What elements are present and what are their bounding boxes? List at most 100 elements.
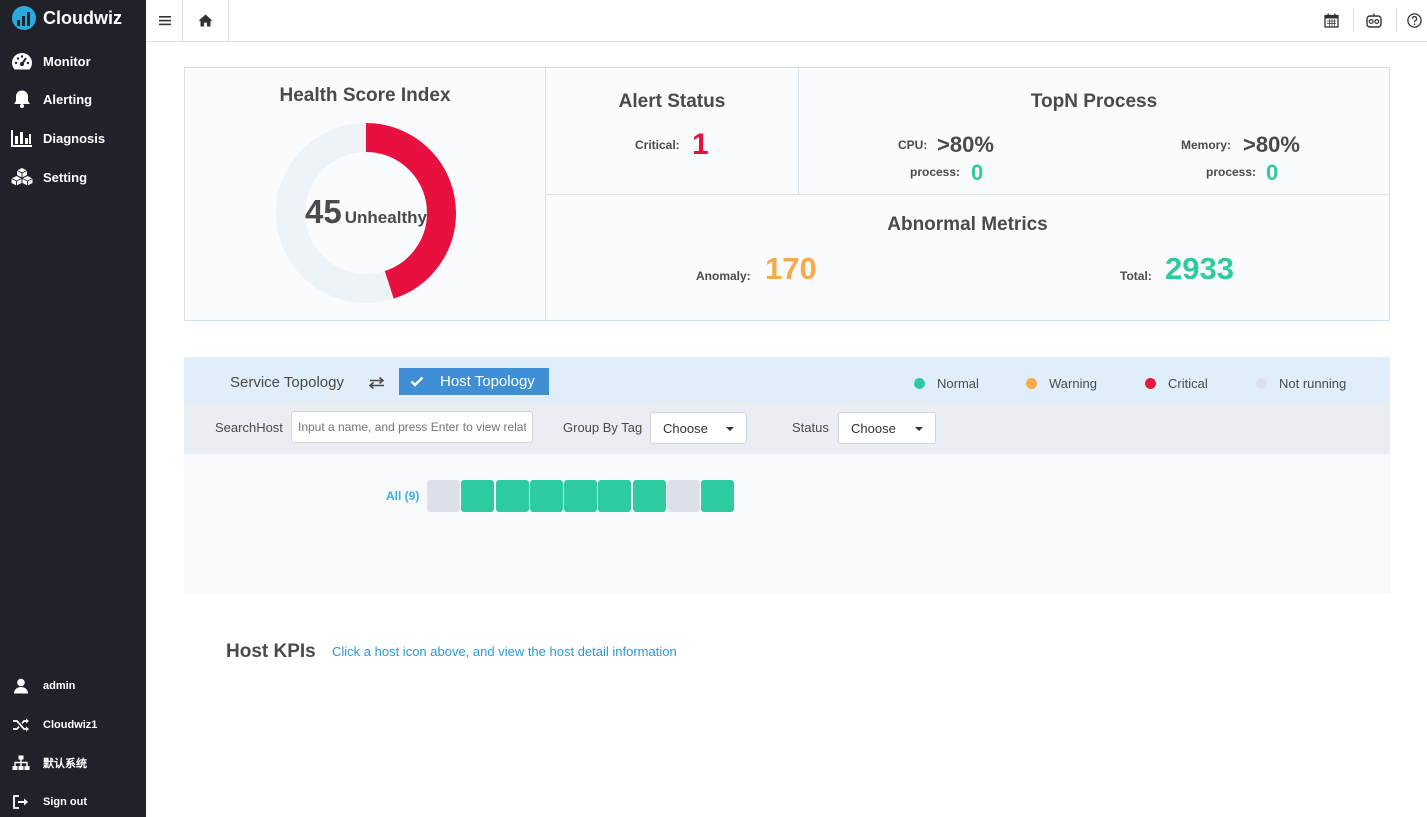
memory-process-label: process: (1206, 165, 1257, 179)
topn-process-panel: TopN Process CPU: >80% process: 0 Memory… (798, 67, 1390, 195)
app-logo[interactable]: Cloudwiz (12, 6, 122, 30)
shuffle-icon (13, 718, 29, 732)
alert-status-panel: Alert Status Critical: 1 (545, 67, 799, 195)
legend-dot-not-running (1256, 378, 1267, 389)
cpu-process-label: process: (910, 165, 961, 179)
host-node[interactable] (564, 480, 597, 512)
caret-down-icon (726, 427, 734, 431)
sidebar-bottom-label: Cloudwiz1 (43, 719, 98, 731)
health-score-value: 45 (305, 193, 342, 230)
all-hosts-link[interactable]: All (9) (386, 489, 419, 503)
health-status-label: Unhealthy (344, 208, 427, 227)
legend-dot-warning (1026, 378, 1037, 389)
sidebar-sign-out[interactable]: Sign out (12, 792, 87, 812)
health-score-center: 45 Unhealthy (185, 193, 547, 231)
critical-label: Critical: (635, 138, 680, 152)
app-name: Cloudwiz (43, 7, 122, 28)
exchange-icon[interactable] (369, 376, 385, 390)
topology-header (184, 357, 1390, 402)
sidebar-item-monitor[interactable]: Monitor (10, 50, 91, 72)
home-icon (198, 14, 213, 27)
group-by-tag-label: Group By Tag (563, 420, 643, 435)
sidebar-bottom-label: Sign out (43, 796, 87, 808)
sidebar-item-label: Monitor (43, 53, 91, 69)
host-node[interactable] (701, 480, 734, 512)
anomaly-label: Anomaly: (696, 269, 751, 283)
health-score-title: Health Score Index (279, 85, 451, 106)
sidebar-item-diagnosis[interactable]: Diagnosis (10, 127, 105, 149)
cpu-label: CPU: (898, 138, 928, 152)
sidebar: Cloudwiz Monitor Alerting Diagnosis Sett… (0, 0, 146, 817)
divider (1396, 8, 1397, 32)
search-host-input[interactable] (291, 411, 533, 443)
sign-out-icon (13, 795, 28, 809)
host-node[interactable] (461, 480, 495, 512)
abnormal-metrics-panel: Abnormal Metrics Anomaly: 170 Total: 293… (545, 194, 1390, 321)
cubes-icon (11, 168, 33, 186)
help-button[interactable] (1402, 0, 1426, 41)
host-kpis-hint: Click a host icon above, and view the ho… (332, 644, 677, 659)
sidebar-org-switch[interactable]: Cloudwiz1 (12, 715, 97, 735)
calendar-button[interactable] (1316, 0, 1346, 41)
sidebar-system-switch[interactable]: 默认系统 (12, 753, 87, 773)
status-select[interactable]: Choose (838, 412, 936, 444)
calendar-icon (1323, 13, 1339, 28)
status-value: Choose (851, 420, 896, 436)
legend-label: Warning (1049, 376, 1097, 391)
host-kpis-title: Host KPIs (226, 641, 316, 662)
dashboard-icon (12, 53, 32, 70)
cpu-process-count[interactable]: 0 (971, 160, 983, 186)
tab-host-topology-label: Host Topology (440, 373, 535, 390)
cloudwiz-logo-icon (12, 6, 36, 30)
total-label: Total: (1120, 269, 1152, 283)
home-button[interactable] (183, 0, 228, 41)
sidebar-user-admin[interactable]: admin (12, 676, 75, 696)
tab-host-topology[interactable]: Host Topology (399, 368, 549, 395)
divider (1353, 8, 1354, 32)
legend-label: Critical (1168, 376, 1208, 391)
menu-toggle-button[interactable] (150, 0, 180, 41)
abnormal-metrics-title: Abnormal Metrics (887, 214, 1048, 235)
bar-chart-icon (11, 130, 32, 147)
sitemap-icon (12, 755, 30, 770)
sidebar-item-label: Alerting (43, 91, 93, 107)
check-icon (410, 376, 424, 387)
divider (228, 0, 229, 41)
group-by-tag-select[interactable]: Choose (650, 412, 747, 444)
sidebar-item-alerting[interactable]: Alerting (10, 88, 92, 110)
bell-icon (14, 90, 30, 108)
topn-title: TopN Process (1030, 91, 1158, 112)
sidebar-item-setting[interactable]: Setting (10, 166, 87, 188)
cpu-threshold: >80% (937, 132, 994, 157)
host-topology-area (184, 454, 1390, 593)
legend-warning: Warning (1026, 376, 1097, 391)
group-by-tag-value: Choose (663, 420, 708, 436)
search-host-label: SearchHost (215, 420, 283, 435)
legend-dot-critical (1145, 378, 1156, 389)
top-bar (146, 0, 1427, 42)
status-label: Status (792, 420, 829, 435)
host-node[interactable] (495, 480, 529, 512)
legend-not-running: Not running (1256, 376, 1346, 391)
legend-label: Normal (937, 376, 979, 391)
user-icon (14, 678, 28, 694)
host-node[interactable] (598, 480, 632, 512)
host-node[interactable] (529, 480, 563, 512)
memory-process-count[interactable]: 0 (1266, 160, 1278, 186)
critical-count[interactable]: 1 (692, 128, 709, 162)
host-node[interactable] (427, 480, 460, 512)
legend-normal: Normal (914, 376, 979, 391)
memory-threshold: >80% (1243, 132, 1300, 157)
sidebar-bottom-label: admin (43, 680, 76, 692)
sidebar-item-label: Setting (43, 169, 88, 185)
menu-icon (159, 16, 171, 26)
tab-service-topology[interactable]: Service Topology (230, 374, 344, 391)
caret-down-icon (915, 427, 923, 431)
assistant-button[interactable] (1359, 0, 1389, 41)
anomaly-count[interactable]: 170 (765, 251, 817, 287)
robot-icon (1366, 13, 1382, 28)
host-node[interactable] (632, 480, 666, 512)
memory-label: Memory: (1181, 138, 1232, 152)
host-node[interactable] (666, 480, 700, 512)
total-count[interactable]: 2933 (1165, 251, 1234, 287)
